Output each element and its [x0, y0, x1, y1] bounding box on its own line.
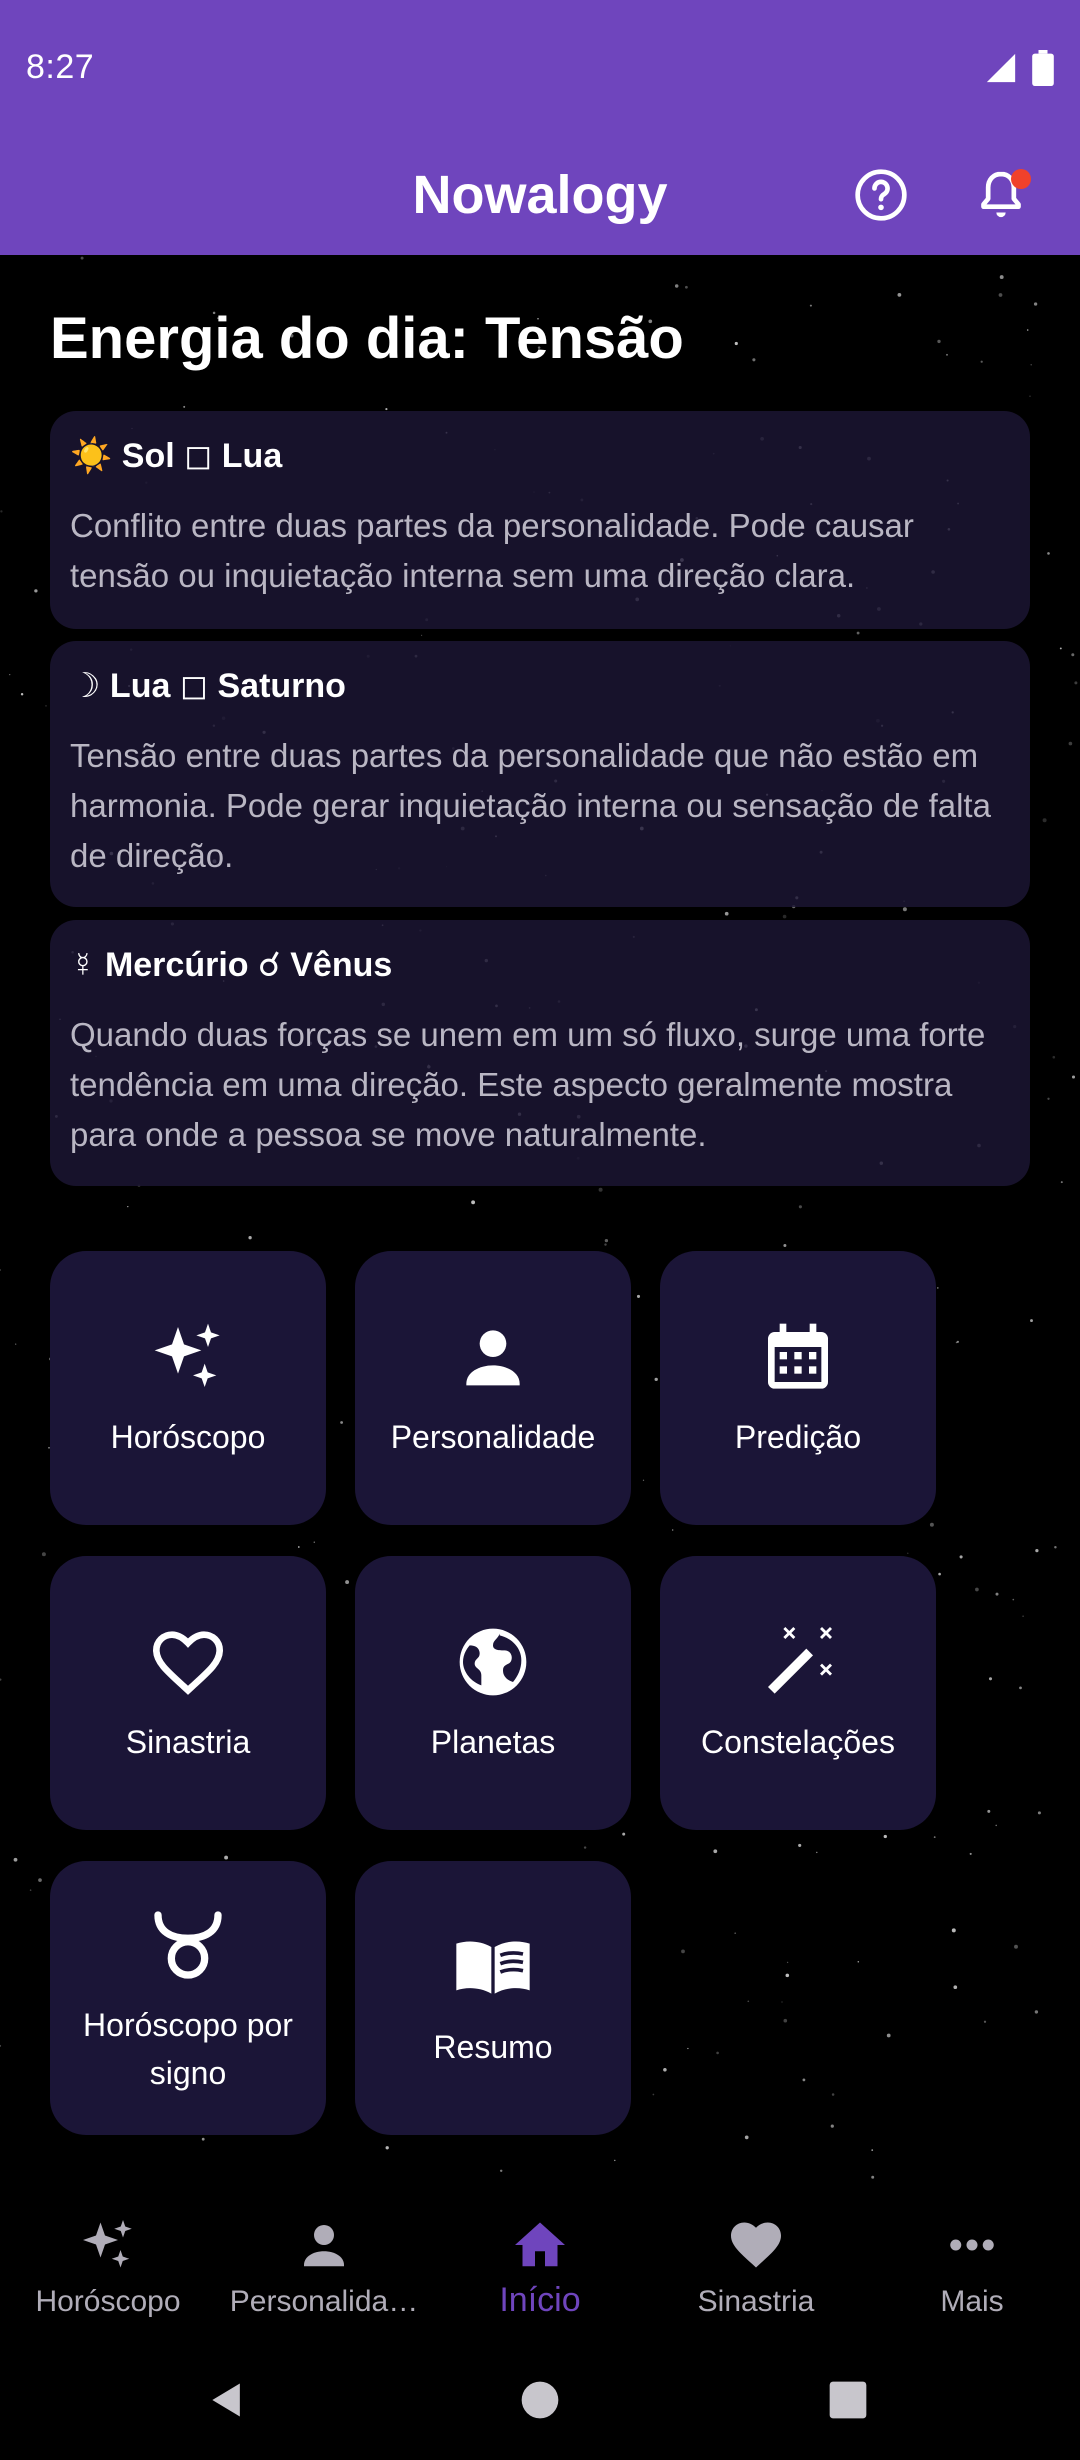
tile-label: Sinastria [125, 1724, 251, 1760]
aspect-card[interactable]: ☿ Mercúrio ☌ Vênus Quando duas forças se… [50, 920, 1030, 1186]
help-icon [855, 169, 907, 221]
system-navigation-bar [0, 2340, 1080, 2460]
home-button[interactable] [510, 2370, 570, 2430]
person-icon [453, 1317, 533, 1397]
tile-personalidade[interactable]: Personalidade [355, 1251, 631, 1525]
aspect-text: Conflito entre duas partes da personalid… [70, 507, 914, 594]
nav-label: Horóscopo [35, 2285, 181, 2318]
person-icon [294, 2215, 354, 2275]
book-icon [453, 1927, 533, 2007]
aspect-card[interactable]: ☀️ Sol ◻ Lua Conflito entre duas partes … [50, 411, 1030, 629]
aspect-text: Tensão entre duas partes da personalidad… [70, 737, 991, 874]
notification-badge [1011, 169, 1031, 189]
more-horizontal-icon [942, 2215, 1002, 2275]
tile-horoscopo-por-signo[interactable]: Horóscopo por signo [50, 1861, 326, 2135]
tile-predicao[interactable]: Predição [660, 1251, 936, 1525]
bottom-navigation: Horóscopo Personalida… Início Sinastria [0, 2195, 1080, 2340]
calendar-icon [758, 1317, 838, 1397]
tile-label: Horóscopo por signo [83, 2007, 293, 2091]
status-bar: 8:27 [0, 0, 1080, 135]
nav-label: Personalida… [229, 2285, 419, 2318]
status-time: 8:27 [26, 48, 95, 86]
aspect-title: ☽ Lua ◻ Saturno [70, 667, 346, 705]
battery-icon [1032, 49, 1054, 86]
home-circle-icon [521, 2381, 559, 2419]
back-icon [212, 2383, 240, 2417]
nav-item-personalidade[interactable]: Personalida… [216, 2195, 432, 2340]
heart-outline-icon [148, 1622, 228, 1702]
aspect-card[interactable]: ☽ Lua ◻ Saturno Tensão entre duas partes… [50, 641, 1030, 907]
tile-label: Constelações [701, 1724, 895, 1760]
recents-icon [829, 2381, 867, 2419]
tile-sinastria[interactable]: Sinastria [50, 1556, 326, 1830]
tile-resumo[interactable]: Resumo [355, 1861, 631, 2135]
nav-item-inicio[interactable]: Início [432, 2195, 648, 2340]
sparkles-icon [148, 1317, 228, 1397]
energy-title: Energia do dia: Tensão [50, 306, 684, 371]
tile-planetas[interactable]: Planetas [355, 1556, 631, 1830]
status-icons [984, 49, 1054, 86]
home-icon [510, 2215, 570, 2275]
magic-wand-icon [758, 1622, 838, 1702]
notifications-button[interactable] [963, 157, 1039, 233]
app-bar: Nowalogy [0, 135, 1080, 255]
aspect-text: Quando duas forças se unem em um só flux… [70, 1016, 986, 1153]
nav-label: Sinastria [697, 2285, 815, 2318]
sparkles-icon [78, 2215, 138, 2275]
nav-label: Início [499, 2281, 581, 2319]
nav-item-horoscopo[interactable]: Horóscopo [0, 2195, 216, 2340]
signal-icon [986, 53, 1016, 82]
tile-label: Horóscopo [110, 1419, 266, 1455]
taurus-icon [148, 1905, 228, 1985]
tile-label: Personalidade [390, 1419, 596, 1455]
back-button[interactable] [197, 2370, 257, 2430]
tile-label: Planetas [430, 1724, 556, 1760]
heart-icon [726, 2215, 786, 2275]
tile-constelacoes[interactable]: Constelações [660, 1556, 936, 1830]
tile-horoscopo[interactable]: Horóscopo [50, 1251, 326, 1525]
tile-label: Predição [734, 1419, 862, 1455]
nav-item-sinastria[interactable]: Sinastria [648, 2195, 864, 2340]
tile-label: Resumo [433, 2029, 553, 2065]
help-button[interactable] [843, 157, 919, 233]
nav-item-mais[interactable]: Mais [864, 2195, 1080, 2340]
nav-label: Mais [940, 2285, 1004, 2318]
aspect-title: ☀️ Sol ◻ Lua [70, 437, 283, 475]
aspect-title: ☿ Mercúrio ☌ Vênus [70, 946, 393, 984]
globe-icon [453, 1622, 533, 1702]
recents-button[interactable] [818, 2370, 878, 2430]
